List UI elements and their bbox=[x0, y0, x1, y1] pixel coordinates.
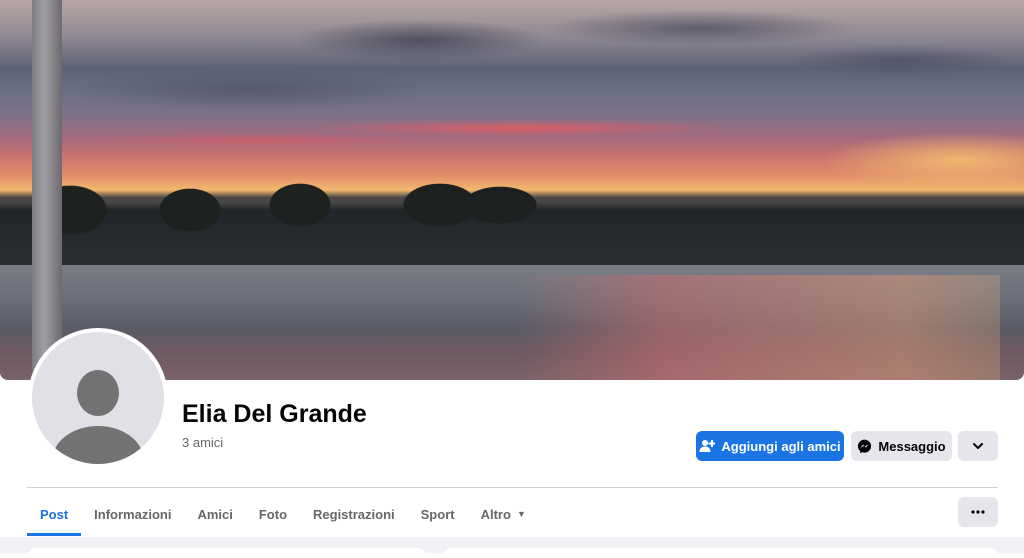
cover-sky bbox=[0, 0, 1024, 200]
tab-label: Registrazioni bbox=[313, 506, 395, 522]
profile-tabs: Post Informazioni Amici Foto Registrazio… bbox=[27, 495, 539, 537]
messenger-icon bbox=[858, 439, 872, 454]
cover-photo[interactable] bbox=[0, 0, 1024, 380]
message-button[interactable]: Messaggio bbox=[851, 431, 952, 461]
tab-amici[interactable]: Amici bbox=[184, 495, 245, 536]
tab-label: Altro bbox=[480, 506, 511, 522]
add-friend-button[interactable]: Aggiungi agli amici bbox=[696, 431, 844, 461]
tab-sport[interactable]: Sport bbox=[408, 495, 468, 536]
profile-name: Elia Del Grande bbox=[182, 400, 367, 428]
tab-label: Foto bbox=[258, 506, 288, 522]
tab-altro[interactable]: Altro ▼ bbox=[468, 495, 539, 536]
chevron-down-icon bbox=[973, 443, 983, 449]
add-friend-label: Aggiungi agli amici bbox=[721, 438, 841, 454]
header-divider bbox=[27, 487, 998, 488]
add-friend-icon bbox=[699, 440, 716, 452]
tab-label: Informazioni bbox=[94, 506, 172, 522]
more-horizontal-icon bbox=[971, 510, 985, 514]
cover-treeline bbox=[0, 180, 1024, 270]
avatar-body bbox=[52, 426, 144, 464]
tab-registrazioni[interactable]: Registrazioni bbox=[300, 495, 408, 536]
tab-label: Post bbox=[40, 506, 69, 522]
tab-options-button[interactable] bbox=[958, 497, 998, 527]
tab-foto[interactable]: Foto bbox=[246, 495, 300, 536]
default-avatar-icon bbox=[32, 332, 164, 464]
cover-pole bbox=[32, 0, 62, 370]
message-label: Messaggio bbox=[878, 438, 946, 454]
intro-card bbox=[28, 548, 426, 558]
tab-informazioni[interactable]: Informazioni bbox=[81, 495, 184, 536]
posts-card bbox=[443, 548, 998, 558]
caret-down-icon: ▼ bbox=[516, 509, 526, 519]
tab-label: Amici bbox=[197, 506, 233, 522]
avatar-head bbox=[77, 370, 119, 416]
tab-post[interactable]: Post bbox=[27, 495, 82, 536]
more-options-dropdown-button[interactable] bbox=[958, 431, 998, 461]
profile-picture[interactable] bbox=[28, 328, 168, 468]
tab-label: Sport bbox=[420, 506, 455, 522]
friends-count-link[interactable]: 3 amici bbox=[182, 435, 223, 450]
